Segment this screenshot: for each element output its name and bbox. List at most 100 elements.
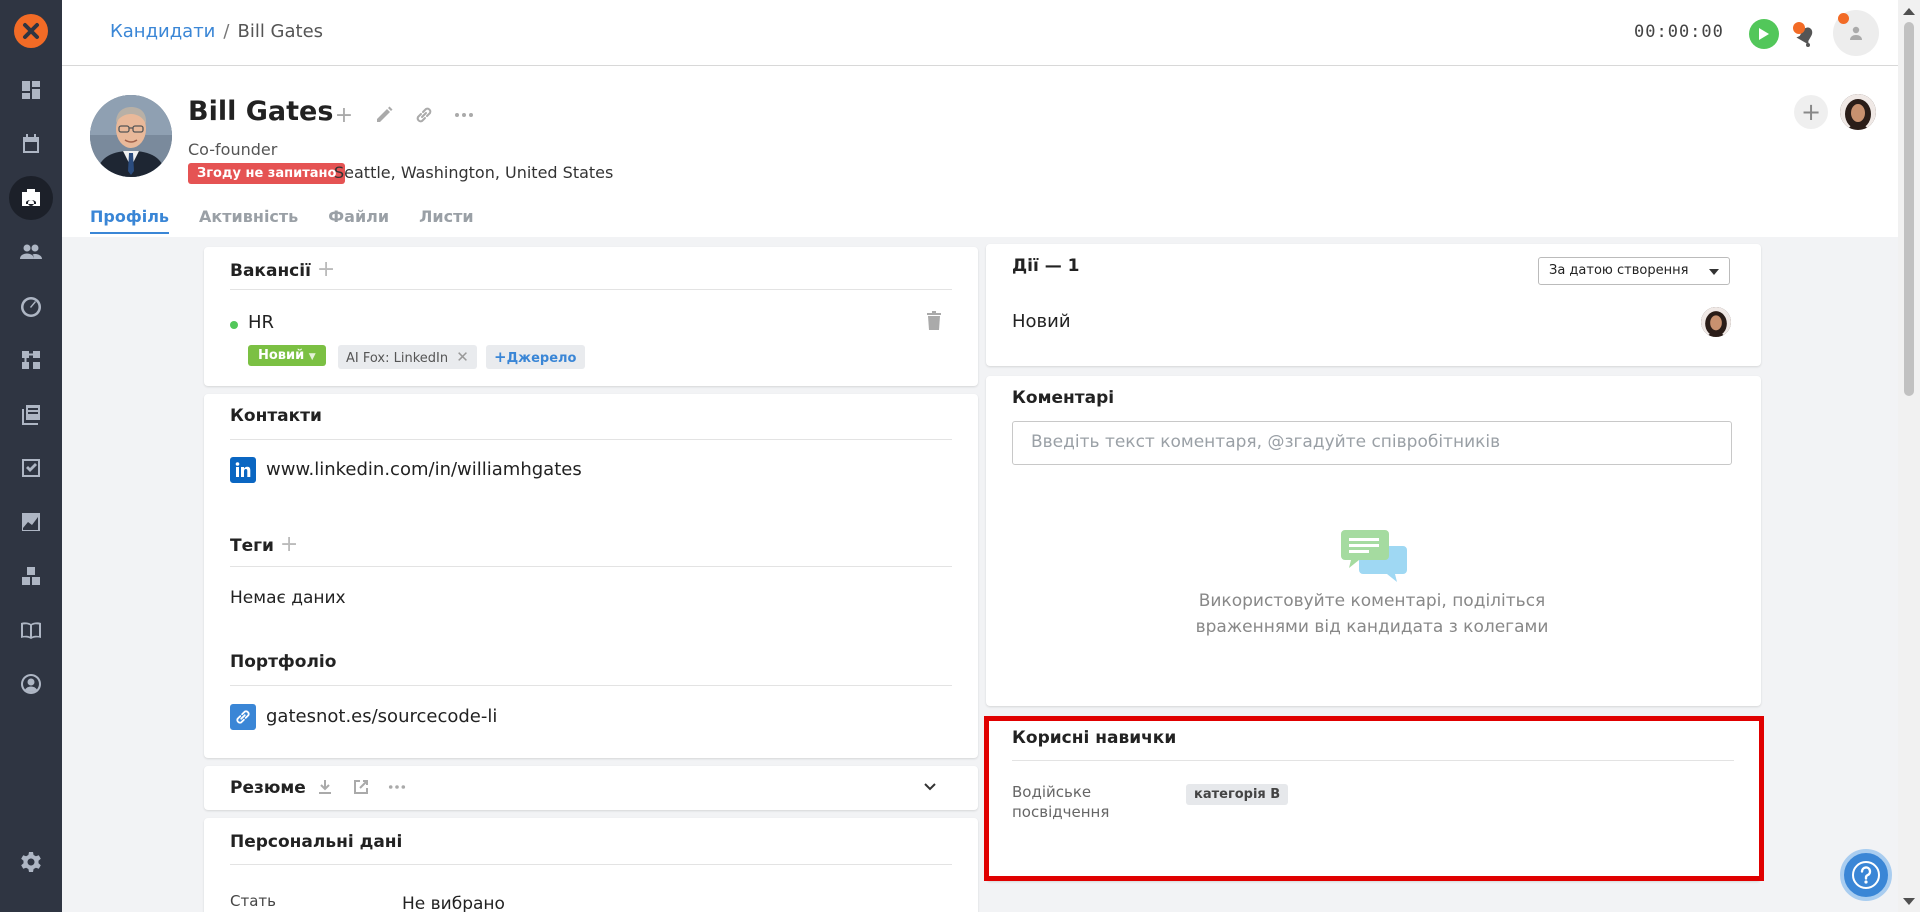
user-status-dot	[1838, 13, 1849, 24]
source-label: AI Fox: LinkedIn	[346, 351, 449, 366]
nav-account[interactable]	[9, 662, 53, 706]
vacancy-status-dropdown[interactable]: Новий ▼	[248, 345, 326, 366]
trash-icon	[927, 311, 941, 330]
calendar-icon	[23, 134, 39, 153]
nav-calendar[interactable]	[9, 122, 53, 166]
breadcrumb: Кандидати / Bill Gates	[110, 21, 323, 42]
source-chip[interactable]: AI Fox: LinkedIn ✕	[338, 345, 477, 369]
app-logo[interactable]	[14, 14, 48, 48]
notifications-button[interactable]	[1791, 20, 1821, 50]
nav-settings[interactable]	[9, 840, 53, 884]
more-options-icon[interactable]	[452, 103, 476, 127]
download-icon[interactable]	[316, 778, 334, 796]
add-tag-icon[interactable]: +	[280, 532, 298, 557]
chevron-glyph	[924, 783, 936, 791]
nav-pipelines[interactable]	[9, 338, 53, 382]
profile-tabs: Профіль Активність Файли Листи	[90, 207, 474, 234]
divider	[230, 685, 952, 686]
nav-dashboard[interactable]	[9, 68, 53, 112]
play-icon	[1759, 28, 1769, 40]
portfolio-title: Портфоліо	[230, 652, 337, 672]
consent-status-badge[interactable]: Згоду не запитано	[188, 163, 346, 184]
actions-sort-select[interactable]: За датою створення	[1538, 257, 1730, 285]
vacancy-name[interactable]: HR	[248, 312, 274, 333]
actions-title: Дії — 1	[1012, 256, 1080, 276]
divider	[230, 566, 952, 567]
add-source-label: Джерело	[506, 351, 577, 366]
page-scrollbar[interactable]	[1898, 0, 1920, 912]
action-item[interactable]: Новий	[1012, 311, 1071, 332]
comments-empty-line1: Використовуйте коментарі, поділіться	[1198, 591, 1546, 611]
nav-dashboard-gauge[interactable]	[9, 284, 53, 328]
comment-input[interactable]: Введіть текст коментаря, @згадуйте співр…	[1012, 421, 1732, 465]
action-user-avatar	[1701, 307, 1731, 337]
timer-play-button[interactable]	[1749, 19, 1779, 49]
user-menu-button[interactable]	[1833, 10, 1879, 56]
breadcrumb-current: Bill Gates	[237, 21, 324, 42]
actions-card: Дії — 1 За датою створення Новий	[986, 244, 1761, 366]
nav-candidates[interactable]	[9, 176, 53, 220]
comments-bubble-icon	[1341, 530, 1407, 582]
remove-source-icon[interactable]: ✕	[456, 348, 469, 366]
gender-label: Стать	[230, 892, 276, 910]
caret-down-icon	[1709, 269, 1719, 275]
task-check-icon	[22, 459, 40, 477]
nav-knowledge[interactable]	[9, 608, 53, 652]
contacts-card: Контакти www.linkedin.com/in/williamhgat…	[204, 394, 978, 758]
responsible-user-avatar[interactable]	[1840, 94, 1876, 130]
candidate-location: Seattle, Washington, United States	[334, 163, 614, 182]
add-source-button[interactable]: +Джерело	[486, 345, 585, 369]
chart-icon	[22, 513, 40, 531]
linkedin-link[interactable]: www.linkedin.com/in/williamhgates	[266, 459, 582, 480]
breadcrumb-candidates-link[interactable]: Кандидати	[110, 21, 215, 42]
add-responsible-button[interactable]: +	[1794, 95, 1828, 129]
portfolio-link[interactable]: gatesnot.es/sourcecode-li	[266, 706, 497, 727]
nav-tasks[interactable]	[9, 446, 53, 490]
nav-library[interactable]	[9, 392, 53, 436]
gender-value[interactable]: Не вибрано	[402, 894, 505, 912]
tab-files[interactable]: Файли	[328, 207, 389, 234]
user-icon	[1850, 26, 1862, 40]
comments-empty-line2: враженнями від кандидата з колегами	[1195, 617, 1549, 637]
nav-integrations[interactable]	[9, 554, 53, 598]
ellipsis-icon[interactable]	[388, 778, 406, 796]
comments-title: Коментарі	[1012, 388, 1115, 408]
delete-vacancy-icon[interactable]	[926, 311, 942, 331]
scroll-down-arrow[interactable]	[1903, 898, 1915, 905]
help-button[interactable]	[1840, 849, 1892, 901]
resume-actions	[316, 778, 406, 796]
question-icon	[1852, 861, 1880, 889]
user-photo	[1840, 94, 1876, 130]
tags-title: Теги	[230, 536, 274, 556]
open-external-icon[interactable]	[352, 778, 370, 796]
add-vacancy-icon[interactable]: +	[317, 257, 335, 282]
chevron-down-icon: ▼	[308, 352, 316, 362]
book-icon	[21, 622, 41, 639]
timer-display: 00:00:00	[1634, 22, 1724, 42]
personal-data-card: Персональні дані Стать Не вибрано	[204, 818, 978, 912]
scroll-thumb[interactable]	[1904, 22, 1914, 396]
tab-profile[interactable]: Профіль	[90, 207, 170, 234]
account-circle-icon	[21, 674, 42, 694]
nav-clients[interactable]	[9, 230, 53, 274]
tab-letters[interactable]: Листи	[419, 207, 473, 234]
workflow-icon	[22, 351, 40, 369]
linkedin-logo	[235, 462, 251, 477]
add-action-icon[interactable]: +	[332, 103, 356, 128]
ellipsis-icon	[455, 113, 473, 117]
contact-card-icon	[22, 189, 40, 206]
chevron-down-icon[interactable]	[922, 778, 938, 798]
vacancy-status-dot	[230, 321, 238, 329]
top-bar: Кандидати / Bill Gates 00:00:00	[62, 0, 1898, 66]
candidate-position: Co-founder	[188, 140, 278, 159]
nav-reports[interactable]	[9, 500, 53, 544]
resume-title: Резюме	[230, 778, 306, 798]
tab-activity[interactable]: Активність	[199, 207, 298, 234]
scroll-up-arrow[interactable]	[1903, 8, 1915, 15]
copy-link-icon[interactable]	[412, 103, 436, 127]
edit-icon[interactable]	[372, 103, 396, 127]
candidate-header: Bill Gates + Co-founder Згоду не запитан…	[62, 67, 1898, 237]
resume-card[interactable]: Резюме	[204, 766, 978, 810]
gauge-icon	[21, 297, 42, 317]
portfolio-link-icon	[230, 704, 256, 730]
